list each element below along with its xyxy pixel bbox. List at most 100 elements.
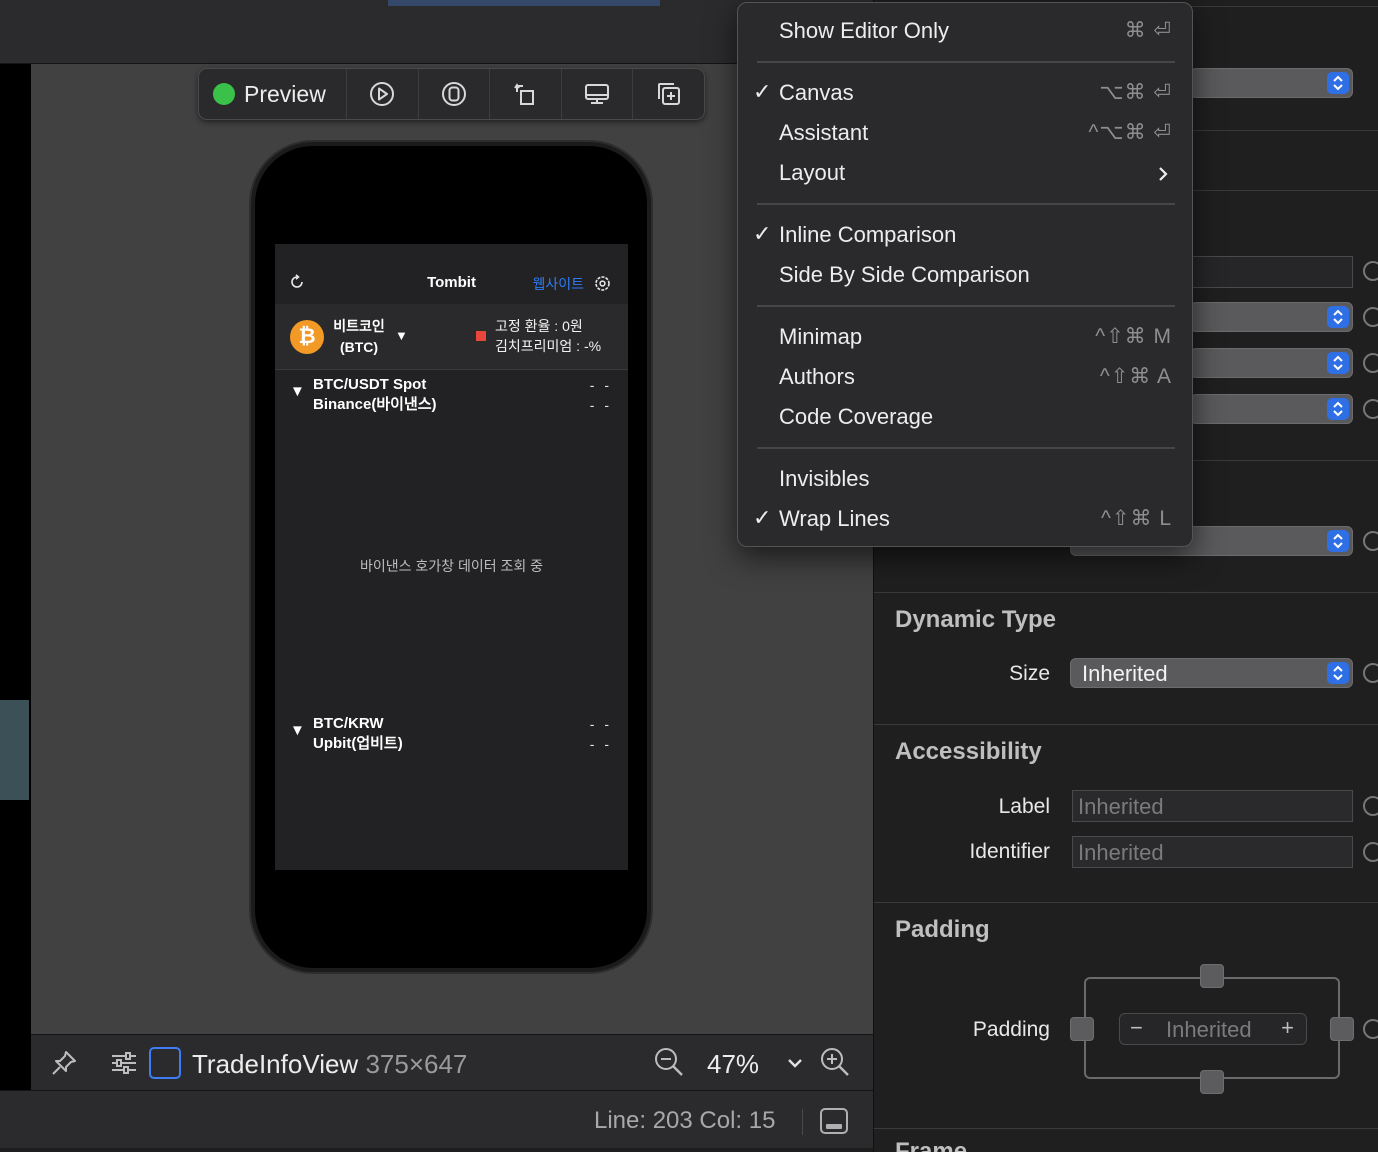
duplicate-icon <box>657 83 680 105</box>
selectable-mode-button[interactable] <box>417 69 490 119</box>
inspector-popup[interactable] <box>1190 68 1353 98</box>
market-pair: BTC/KRW <box>313 715 384 732</box>
increment-button[interactable]: + <box>1281 1015 1294 1041</box>
menu-item-side-by-side-comparison[interactable]: Side By Side Comparison <box>738 255 1194 295</box>
menu-item-shortcut: ⌥⌘ ⏎ <box>1099 81 1172 104</box>
padding-top-toggle[interactable] <box>1200 964 1224 988</box>
bitcoin-logo-icon: ₿ <box>290 320 324 354</box>
decrement-button[interactable]: − <box>1130 1015 1143 1041</box>
accessibility-label-label: Label <box>998 795 1050 818</box>
inherit-toggle[interactable] <box>1363 399 1378 419</box>
padding-trailing-toggle[interactable] <box>1330 1017 1354 1041</box>
editor-highlight <box>0 700 29 800</box>
zoom-level[interactable]: 47% <box>707 1049 759 1080</box>
inherit-toggle[interactable] <box>1363 663 1378 683</box>
menu-separator <box>757 305 1175 307</box>
zoom-in-icon[interactable] <box>819 1046 851 1078</box>
menu-item-canvas[interactable]: ✓ Canvas ⌥⌘ ⏎ <box>738 73 1194 113</box>
divider <box>874 592 1378 593</box>
fixed-rate: 고정 환율 : 0원 <box>495 318 583 334</box>
live-icon <box>442 82 467 106</box>
inspector-text-field[interactable] <box>1190 256 1353 288</box>
inherit-toggle[interactable] <box>1363 531 1378 551</box>
inherit-toggle[interactable] <box>1363 796 1378 816</box>
coin-name: 비트코인 (BTC) <box>331 316 387 358</box>
zoom-out-icon[interactable] <box>653 1046 685 1078</box>
size-value: Inherited <box>1082 661 1168 686</box>
divider <box>874 902 1378 903</box>
live-preview-button[interactable] <box>346 69 418 119</box>
menu-item-minimap[interactable]: Minimap ^⇧⌘ M <box>738 317 1194 357</box>
menu-separator <box>757 203 1175 205</box>
chevron-down-icon[interactable] <box>785 1053 805 1073</box>
coin-korean-name: 비트코인 <box>333 318 385 334</box>
expand-caret-icon[interactable]: ▼ <box>290 722 305 739</box>
market-title: BTC/KRW Upbit(업비트) <box>313 714 403 754</box>
accessibility-identifier-field[interactable]: Inherited <box>1072 836 1353 868</box>
preview-status-dot <box>213 83 235 105</box>
pin-icon[interactable] <box>49 1048 79 1078</box>
inspector-popup[interactable] <box>1190 302 1353 332</box>
debug-area-toggle-icon[interactable] <box>820 1108 848 1134</box>
market-row-binance[interactable]: ▼ BTC/USDT Spot Binance(바이낸스) - - - - <box>275 375 628 415</box>
sliders-icon[interactable] <box>109 1048 139 1078</box>
inherit-toggle[interactable] <box>1363 261 1378 281</box>
coin-dropdown-caret-icon[interactable]: ▼ <box>395 328 408 343</box>
divider <box>874 1128 1378 1129</box>
menu-item-show-editor-only[interactable]: Show Editor Only ⌘ ⏎ <box>738 11 1194 51</box>
preview-label: Preview <box>244 80 326 107</box>
menu-item-label: Side By Side Comparison <box>779 262 1030 287</box>
dynamic-type-size-popup[interactable]: Inherited <box>1070 658 1353 688</box>
inspector-popup[interactable] <box>1190 394 1353 424</box>
menu-item-authors[interactable]: Authors ^⇧⌘ A <box>738 357 1194 397</box>
market-pair: BTC/USDT Spot <box>313 376 427 393</box>
inherit-toggle[interactable] <box>1363 1019 1378 1039</box>
inherit-toggle[interactable] <box>1363 353 1378 373</box>
accessibility-heading: Accessibility <box>895 738 1042 765</box>
coin-symbol: (BTC) <box>339 339 379 355</box>
accessibility-identifier-label: Identifier <box>969 840 1050 863</box>
inherit-toggle[interactable] <box>1363 307 1378 327</box>
market-values: - - - - <box>590 714 612 754</box>
gear-icon[interactable] <box>594 275 611 292</box>
checkmark-icon: ✓ <box>753 221 772 246</box>
market-value: - - <box>589 716 612 732</box>
menu-item-label: Wrap Lines <box>779 506 890 531</box>
duplicate-preview-button[interactable] <box>632 69 704 119</box>
expand-caret-icon[interactable]: ▼ <box>290 383 305 400</box>
padding-bottom-toggle[interactable] <box>1200 1070 1224 1094</box>
accessibility-label-field[interactable]: Inherited <box>1072 790 1353 822</box>
popup-arrows-icon <box>1327 398 1349 420</box>
menu-item-shortcut: ^⌥⌘ ⏎ <box>1088 121 1172 144</box>
dynamic-type-heading: Dynamic Type <box>895 606 1056 633</box>
website-link[interactable]: 웹사이트 <box>532 274 584 294</box>
inspector-popup[interactable] <box>1190 348 1353 378</box>
view-name[interactable]: TradeInfoView 375×647 <box>192 1049 467 1080</box>
padding-stepper[interactable]: − Inherited + <box>1119 1013 1307 1045</box>
preview-button[interactable]: Preview <box>199 69 346 119</box>
menu-item-invisibles[interactable]: Invisibles <box>738 459 1194 499</box>
active-tab-indicator[interactable] <box>388 0 660 6</box>
menu-item-label: Code Coverage <box>779 404 934 429</box>
menu-item-wrap-lines[interactable]: ✓ Wrap Lines ^⇧⌘ L <box>738 499 1194 539</box>
checkmark-icon: ✓ <box>753 505 772 530</box>
menu-item-inline-comparison[interactable]: ✓ Inline Comparison <box>738 215 1194 255</box>
menu-item-label: Invisibles <box>779 466 870 491</box>
menu-item-layout[interactable]: Layout <box>738 153 1194 193</box>
menu-item-code-coverage[interactable]: Code Coverage <box>738 397 1194 437</box>
market-row-upbit[interactable]: ▼ BTC/KRW Upbit(업비트) - - - - <box>275 714 628 754</box>
menu-item-assistant[interactable]: Assistant ^⌥⌘ ⏎ <box>738 113 1194 153</box>
app-nav-bar: Tombit 웹사이트 <box>275 244 628 304</box>
view-size: 375×647 <box>365 1049 468 1079</box>
swift-view-icon[interactable] <box>149 1047 181 1079</box>
rotate-button[interactable] <box>489 69 561 119</box>
padding-leading-toggle[interactable] <box>1070 1017 1094 1041</box>
view-title: TradeInfoView <box>192 1049 359 1079</box>
menu-item-label: Show Editor Only <box>779 18 949 43</box>
coin-selector-row[interactable]: ₿ 비트코인 (BTC) ▼ 고정 환율 : 0원 김치프리미엄 : -% <box>275 304 628 370</box>
inherit-toggle[interactable] <box>1363 842 1378 862</box>
menu-item-label: Inline Comparison <box>779 222 957 247</box>
checkmark-icon: ✓ <box>753 79 772 104</box>
device-settings-button[interactable] <box>560 69 633 119</box>
loading-message: 바이낸스 호가창 데이터 조회 중 <box>360 558 543 574</box>
